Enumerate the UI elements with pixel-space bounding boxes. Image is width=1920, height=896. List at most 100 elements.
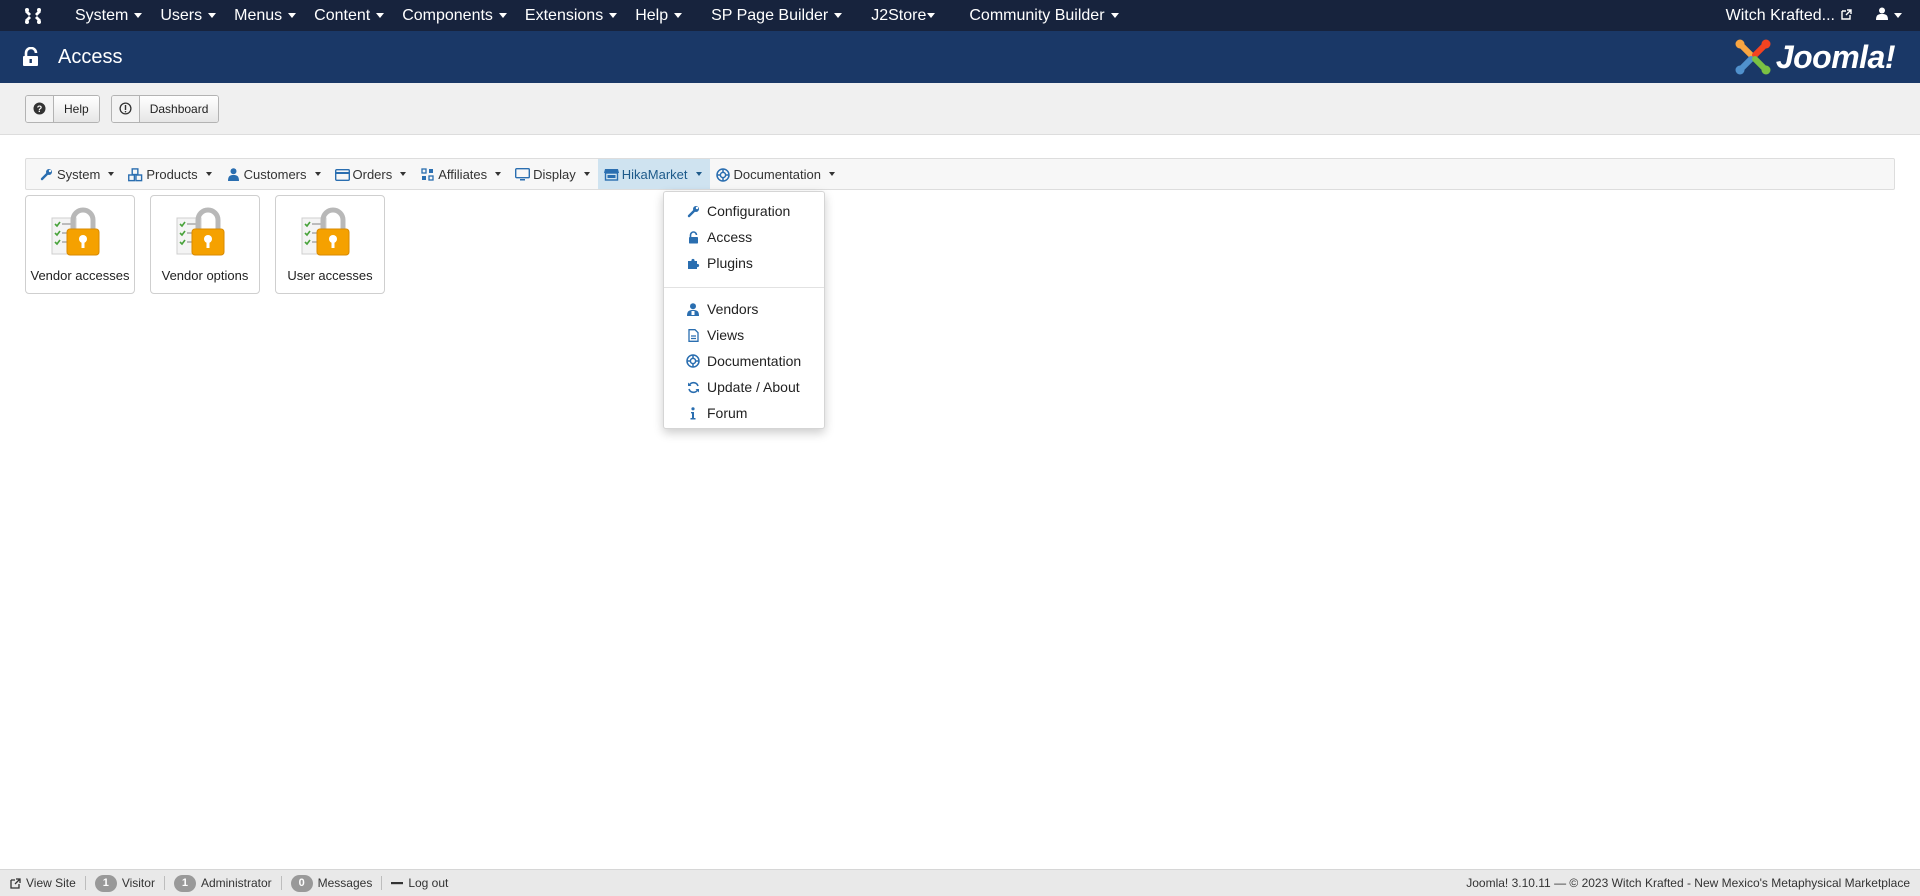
- caret-down-icon: [376, 13, 385, 18]
- hika-menu-orders[interactable]: Orders: [329, 159, 415, 189]
- dropdown-label: Views: [707, 327, 745, 343]
- site-name: Witch Krafted...: [1725, 6, 1835, 24]
- dropdown-label: Forum: [707, 405, 748, 421]
- lifebuoy-icon: [716, 167, 731, 182]
- dropdown-item-update-about[interactable]: Update / About: [664, 374, 824, 400]
- navbar-right: Witch Krafted...: [1714, 0, 1920, 31]
- messages-status[interactable]: 0 Messages: [282, 874, 383, 892]
- menu-menus[interactable]: Menus: [225, 0, 305, 31]
- user-icon: [226, 167, 241, 182]
- file-icon: [686, 328, 700, 342]
- menu-label: Menus: [234, 6, 283, 24]
- card-vendor-accesses[interactable]: Vendor accesses: [25, 195, 135, 294]
- menu-community-builder[interactable]: Community Builder: [944, 0, 1127, 31]
- menu-users[interactable]: Users: [151, 0, 225, 31]
- external-link-icon: [1841, 7, 1852, 25]
- dropdown-item-vendors[interactable]: Vendors: [664, 296, 824, 322]
- dropdown-item-documentation[interactable]: Documentation: [664, 348, 824, 374]
- hika-menu-hikamarket[interactable]: HikaMarket: [597, 159, 710, 189]
- caret-down-icon: [400, 172, 407, 176]
- hikamarket-menubar: System Products Customers Orders Affilia…: [25, 158, 1895, 190]
- menu-label: SP Page Builder: [711, 6, 829, 24]
- admin-navbar: System Users Menus Content Components Ex…: [0, 0, 1920, 31]
- caret-down-icon: [205, 172, 212, 176]
- dropdown-divider: [664, 287, 824, 288]
- dropdown-label: Update / About: [707, 379, 800, 395]
- checklist-lock-icon: [51, 207, 100, 256]
- hika-menu-label: Affiliates: [438, 166, 488, 182]
- help-label: Help: [54, 95, 99, 122]
- caret-down-icon: [927, 13, 936, 18]
- affiliates-icon: [420, 167, 435, 182]
- minus-icon: [391, 878, 404, 888]
- logout-label: Log out: [408, 876, 449, 890]
- menu-label: Users: [160, 6, 203, 24]
- vendor-user-icon: [686, 302, 700, 316]
- logout-link[interactable]: Log out: [382, 876, 457, 890]
- hika-menu-documentation[interactable]: Documentation: [710, 159, 843, 189]
- menu-sp-page-builder[interactable]: SP Page Builder: [691, 0, 851, 31]
- menu-label: System: [75, 6, 129, 24]
- dropdown-item-views[interactable]: Views: [664, 322, 824, 348]
- menu-j2store[interactable]: J2Store: [851, 0, 944, 31]
- menu-system[interactable]: System: [66, 0, 151, 31]
- dropdown-item-access[interactable]: Access: [664, 224, 824, 250]
- unlock-icon: [22, 47, 42, 67]
- joomla-brand-icon: [1735, 39, 1771, 75]
- menu-label: J2Store: [871, 6, 927, 24]
- external-link-icon: [10, 877, 21, 889]
- joomla-logo-icon[interactable]: [0, 0, 66, 31]
- credit-card-icon: [334, 167, 350, 182]
- dropdown-item-configuration[interactable]: Configuration: [664, 198, 824, 224]
- card-user-accesses[interactable]: User accesses: [275, 195, 385, 294]
- caret-down-icon: [108, 172, 115, 176]
- hika-menu-label: Display: [533, 166, 576, 182]
- help-button[interactable]: ? Help: [25, 94, 100, 123]
- dropdown-label: Documentation: [707, 353, 802, 369]
- messages-label: Messages: [317, 876, 373, 890]
- hika-menu-products[interactable]: Products: [122, 159, 219, 189]
- lifebuoy-icon: [686, 354, 700, 368]
- menu-help[interactable]: Help: [626, 0, 691, 31]
- hika-menu-affiliates[interactable]: Affiliates: [414, 159, 509, 189]
- card-label: Vendor options: [161, 268, 249, 283]
- hika-menu-label: Orders: [352, 166, 393, 182]
- user-menu[interactable]: [1864, 0, 1920, 31]
- dashboard-label: Dashboard: [139, 95, 219, 122]
- caret-down-icon: [695, 172, 702, 176]
- menu-label: Content: [314, 6, 371, 24]
- hika-menu-display[interactable]: Display: [509, 159, 598, 189]
- administrators-status[interactable]: 1 Administrator: [165, 874, 282, 892]
- question-circle-icon: ?: [26, 95, 54, 122]
- card-label: Vendor accesses: [30, 268, 130, 283]
- dropdown-label: Configuration: [707, 203, 791, 219]
- dropdown-item-forum[interactable]: Forum: [664, 400, 824, 426]
- card-vendor-options[interactable]: Vendor options: [150, 195, 260, 294]
- card-label: User accesses: [287, 268, 373, 283]
- dropdown-label: Plugins: [707, 255, 753, 271]
- view-site-link[interactable]: View Site: [0, 876, 86, 890]
- menu-extensions[interactable]: Extensions: [516, 0, 626, 31]
- dropdown-label: Vendors: [707, 301, 759, 317]
- toolbar: ? Help Dashboard: [0, 83, 1920, 135]
- hika-menu-customers[interactable]: Customers: [220, 159, 329, 189]
- caret-down-icon: [674, 13, 683, 18]
- site-link[interactable]: Witch Krafted...: [1714, 0, 1864, 31]
- menu-content[interactable]: Content: [305, 0, 393, 31]
- wrench-icon: [686, 204, 700, 218]
- dropdown-item-plugins[interactable]: Plugins: [664, 250, 824, 276]
- visitors-status[interactable]: 1 Visitor: [86, 874, 165, 892]
- hika-menu-system[interactable]: System: [33, 159, 122, 189]
- cubes-icon: [128, 167, 143, 182]
- hikamarket-dropdown: Configuration Access Plugins Vendors Vie…: [663, 191, 825, 429]
- menu-components[interactable]: Components: [393, 0, 516, 31]
- caret-down-icon: [134, 13, 143, 18]
- user-icon: [1876, 7, 1888, 25]
- copyright-text: Joomla! 3.10.11 — © 2023 Witch Krafted -…: [1466, 876, 1910, 890]
- hika-menu-label: Documentation: [733, 166, 821, 182]
- refresh-icon: [686, 380, 700, 394]
- admin-menu: System Users Menus Content Components Ex…: [66, 0, 1128, 31]
- dashboard-button[interactable]: Dashboard: [110, 94, 220, 123]
- menu-label: Extensions: [524, 6, 604, 24]
- admin-label: Administrator: [200, 876, 272, 890]
